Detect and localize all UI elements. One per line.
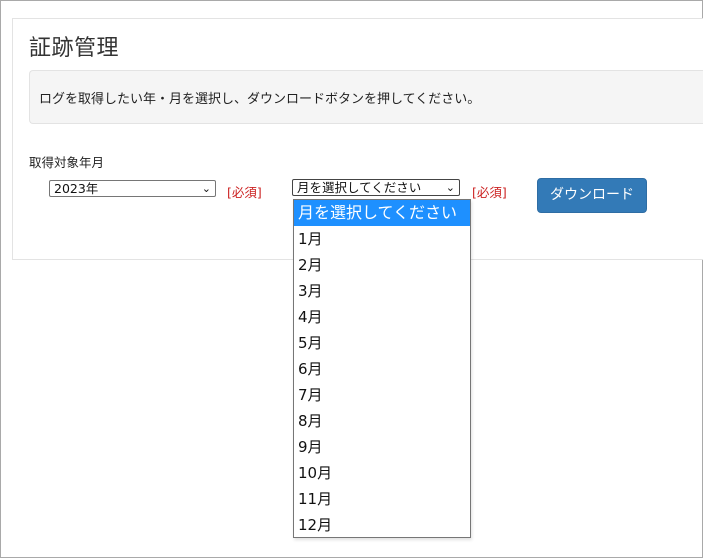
target-period-label: 取得対象年月 bbox=[29, 155, 105, 170]
month-select-value: 月を選択してください bbox=[297, 180, 422, 195]
month-option-8[interactable]: 8月 bbox=[294, 408, 470, 434]
month-required-marker: [必須] bbox=[472, 185, 507, 200]
month-option-2[interactable]: 2月 bbox=[294, 252, 470, 278]
year-select[interactable]: 2023年 ⌄ bbox=[49, 180, 216, 197]
year-required-marker: [必須] bbox=[227, 185, 262, 200]
month-option-10[interactable]: 10月 bbox=[294, 460, 470, 486]
month-option-7[interactable]: 7月 bbox=[294, 382, 470, 408]
month-option-4[interactable]: 4月 bbox=[294, 304, 470, 330]
month-option-11[interactable]: 11月 bbox=[294, 486, 470, 512]
page-title: 証跡管理 bbox=[29, 36, 120, 61]
month-option-12[interactable]: 12月 bbox=[294, 512, 470, 538]
instruction-notice: ログを取得したい年・月を選択し、ダウンロードボタンを押してください。 bbox=[29, 70, 703, 124]
month-option-1[interactable]: 1月 bbox=[294, 226, 470, 252]
month-option-3[interactable]: 3月 bbox=[294, 278, 470, 304]
month-select[interactable]: 月を選択してください ⌄ bbox=[292, 179, 460, 196]
month-option-5[interactable]: 5月 bbox=[294, 330, 470, 356]
download-button[interactable]: ダウンロード bbox=[537, 178, 647, 213]
month-option-6[interactable]: 6月 bbox=[294, 356, 470, 382]
chevron-down-icon: ⌄ bbox=[201, 182, 211, 195]
month-option-9[interactable]: 9月 bbox=[294, 434, 470, 460]
month-dropdown-list: 月を選択してください 1月 2月 3月 4月 5月 6月 7月 8月 9月 10… bbox=[293, 199, 471, 538]
chevron-down-icon: ⌄ bbox=[445, 181, 455, 194]
instruction-text: ログを取得したい年・月を選択し、ダウンロードボタンを押してください。 bbox=[39, 92, 481, 107]
year-select-value: 2023年 bbox=[54, 181, 99, 196]
month-option-placeholder[interactable]: 月を選択してください bbox=[294, 200, 470, 226]
